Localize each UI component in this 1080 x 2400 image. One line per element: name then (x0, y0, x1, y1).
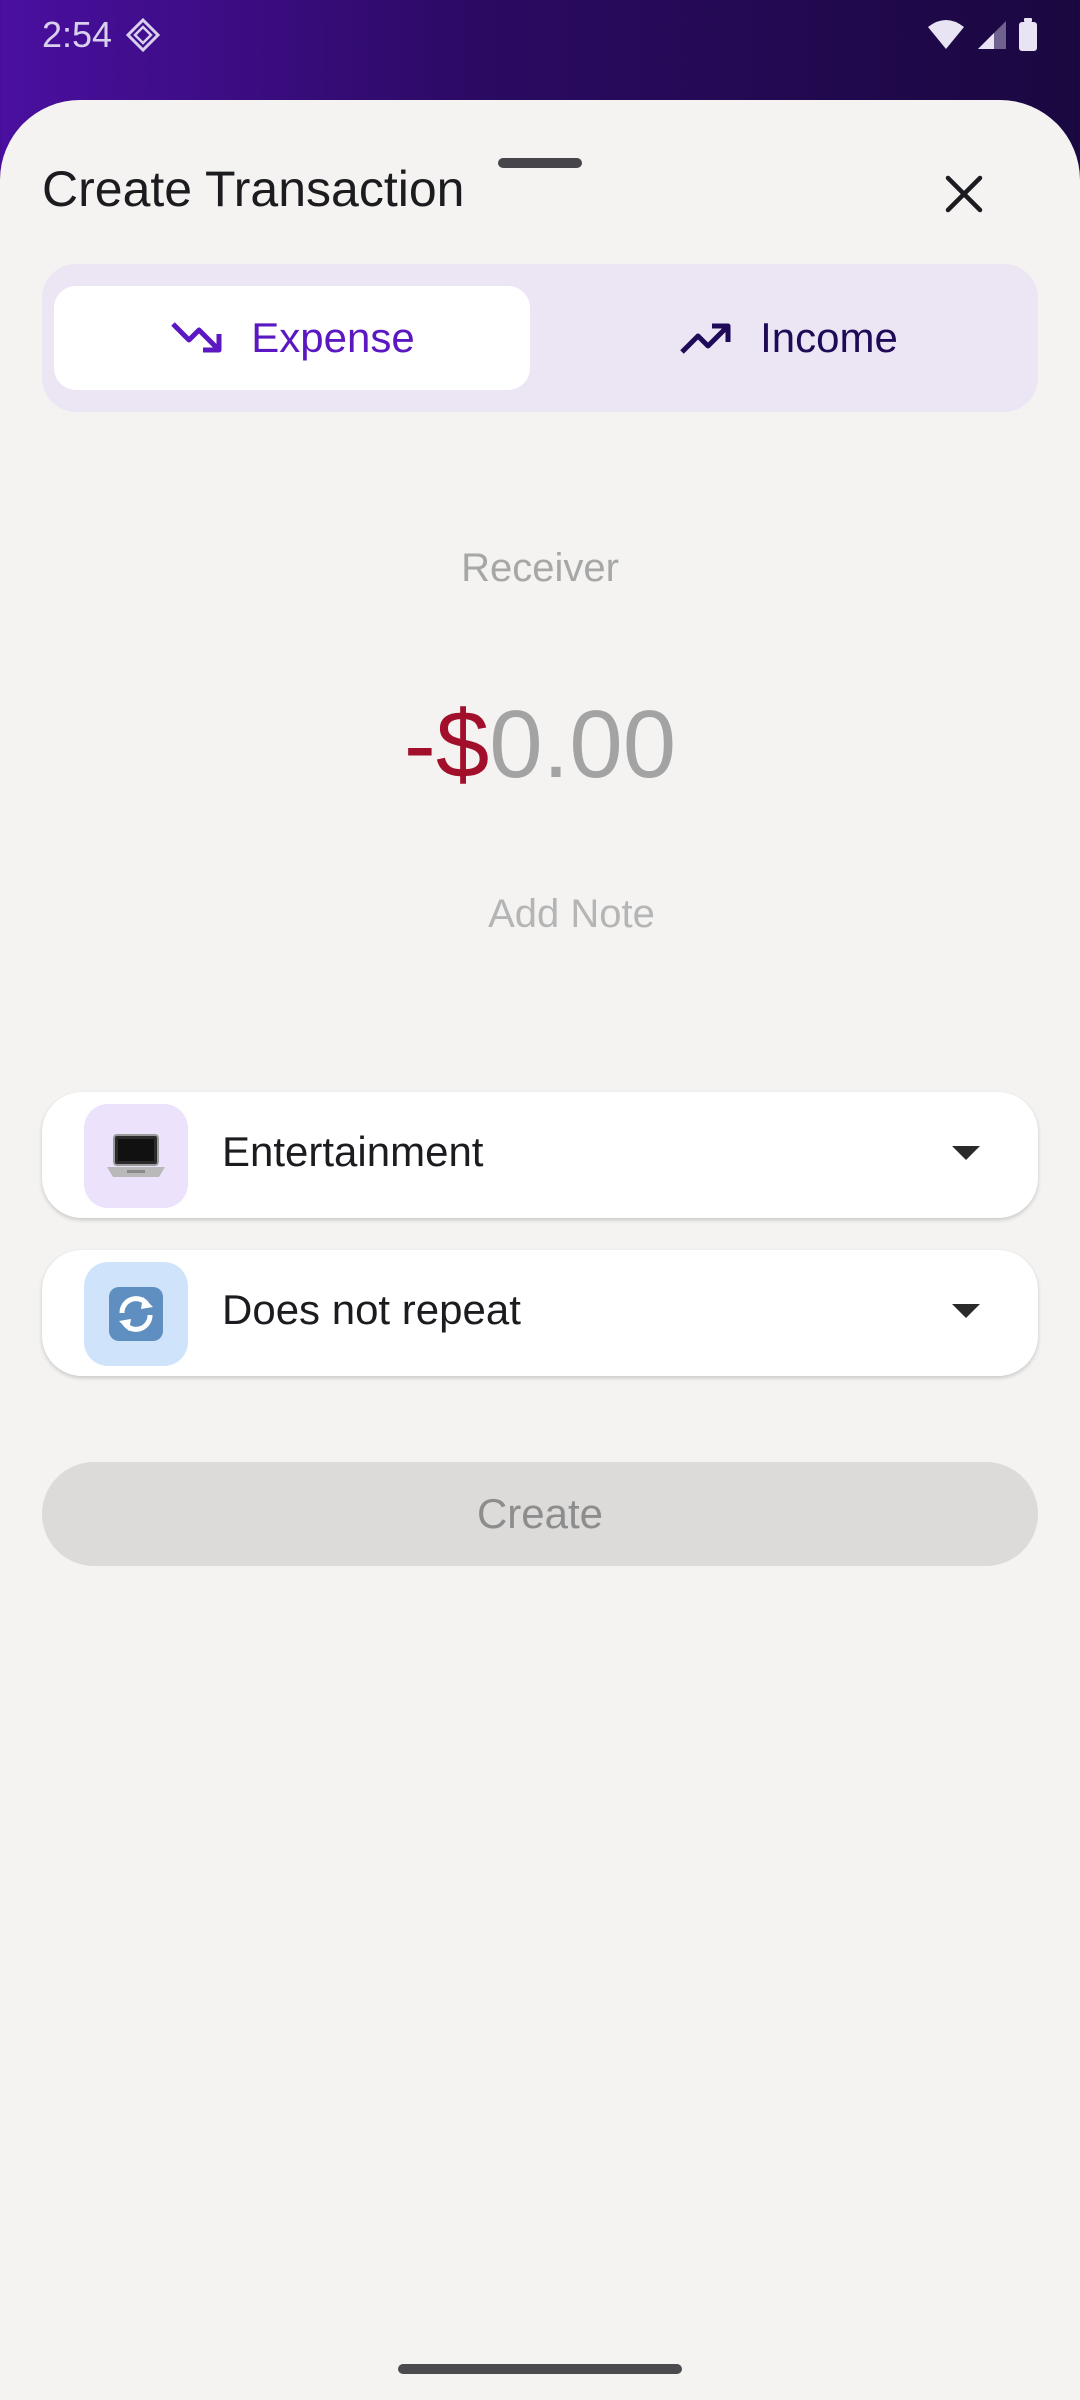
note-input[interactable]: Add Note (0, 892, 1080, 937)
battery-icon (1019, 18, 1037, 51)
repeat-icon (84, 1262, 188, 1366)
expense-tab[interactable]: Expense (54, 286, 530, 390)
page-title: Create Transaction (42, 161, 465, 217)
receiver-input[interactable]: Receiver (0, 546, 1080, 591)
expense-label: Expense (251, 314, 415, 361)
home-indicator[interactable] (398, 2364, 682, 2374)
amount-value: 0.00 (489, 691, 677, 798)
status-time: 2:54 (42, 14, 113, 55)
chevron-down-icon (952, 1146, 980, 1160)
wifi-icon (928, 20, 964, 49)
trending-up-icon (680, 323, 731, 354)
signal-icon (978, 21, 1006, 49)
amount-sign: -$ (403, 691, 490, 798)
create-button[interactable]: Create (42, 1462, 1038, 1566)
status-bar: 2:54 (0, 0, 1080, 72)
category-label: Entertainment (222, 1128, 484, 1175)
income-tab[interactable]: Income (550, 286, 1026, 390)
close-icon (945, 175, 983, 213)
amount-input[interactable]: -$0.00 (0, 690, 1080, 800)
close-button[interactable] (924, 154, 1004, 234)
category-select[interactable]: Entertainment (42, 1092, 1038, 1218)
status-icons (926, 18, 1038, 52)
drag-handle[interactable] (498, 158, 582, 168)
income-label: Income (760, 314, 898, 361)
app-icon (126, 18, 160, 52)
laptop-icon (84, 1104, 188, 1208)
repeat-select[interactable]: Does not repeat (42, 1250, 1038, 1376)
chevron-down-icon (952, 1304, 980, 1318)
repeat-label: Does not repeat (222, 1286, 521, 1333)
trending-down-icon (171, 322, 222, 353)
transaction-type-toggle: Expense Income (42, 264, 1038, 412)
